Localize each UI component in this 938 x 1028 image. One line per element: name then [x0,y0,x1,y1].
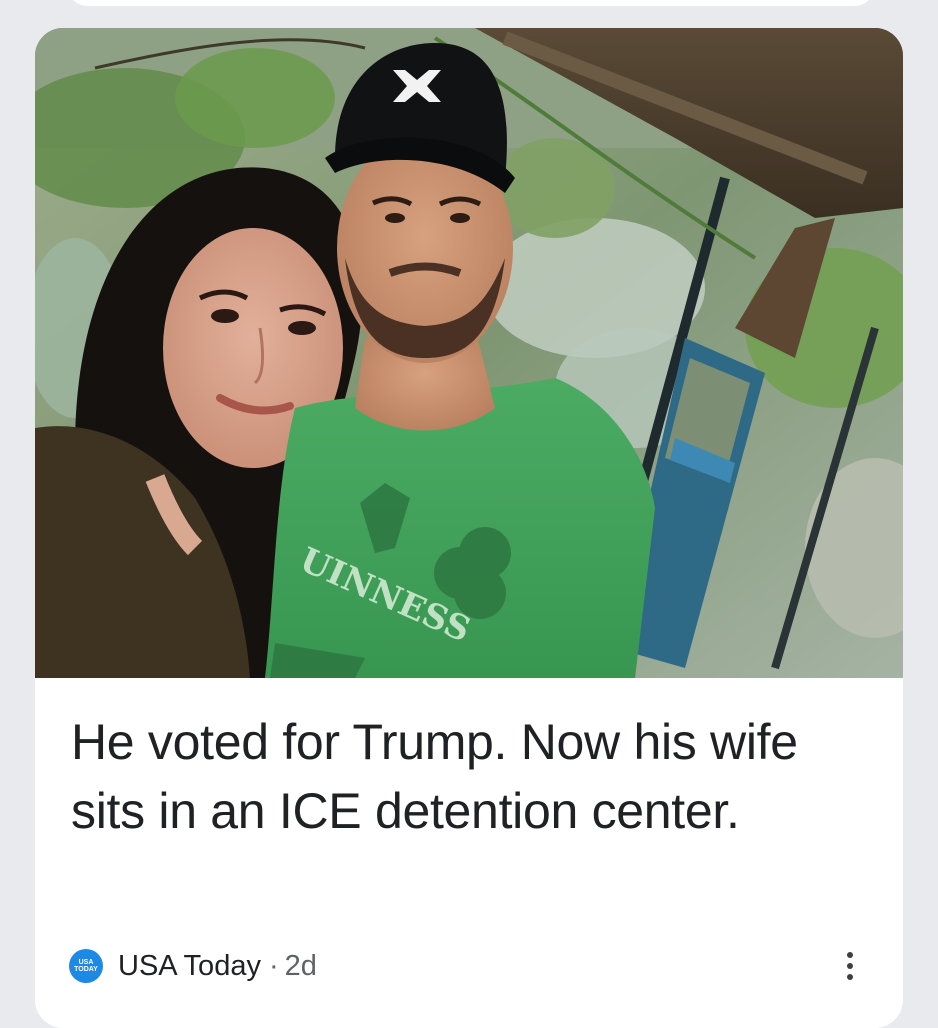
more-options-button[interactable] [835,946,865,986]
article-image[interactable]: UINNESS [35,28,903,678]
more-vert-icon [847,952,853,958]
source-name[interactable]: USA Today [118,950,261,983]
previous-card-edge[interactable] [66,0,876,6]
article-headline[interactable]: He voted for Trump. Now his wife sits in… [71,708,871,846]
photo-couple-selfie: UINNESS [35,28,903,678]
more-vert-icon-dot [847,963,853,969]
meta-separator: · [268,949,279,982]
usa-today-logo-icon: USA TODAY [69,949,103,983]
more-vert-icon-dot [847,974,853,980]
article-source[interactable]: USA TODAY USA Today · 2d [69,948,317,984]
news-card[interactable]: UINNESS He voted for Trump. Now his wife… [35,28,903,1028]
logo-text-line-1: USA [78,959,94,966]
logo-text-line-2: TODAY [74,966,98,973]
published-time: 2d [284,949,317,982]
